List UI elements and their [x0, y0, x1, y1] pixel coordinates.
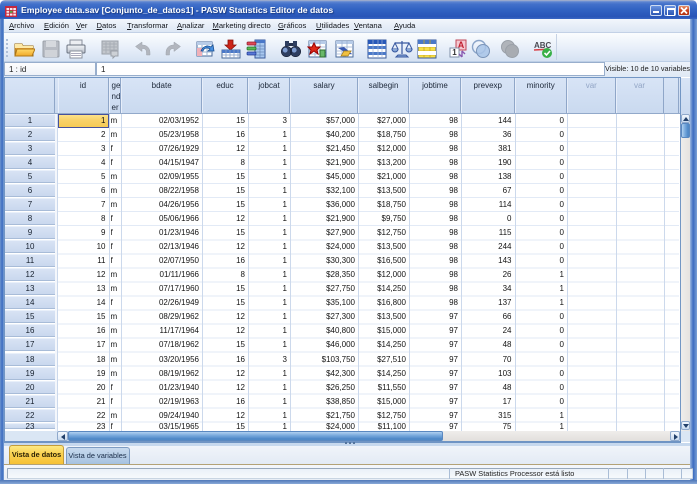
- svg-text:1: 1: [452, 48, 457, 57]
